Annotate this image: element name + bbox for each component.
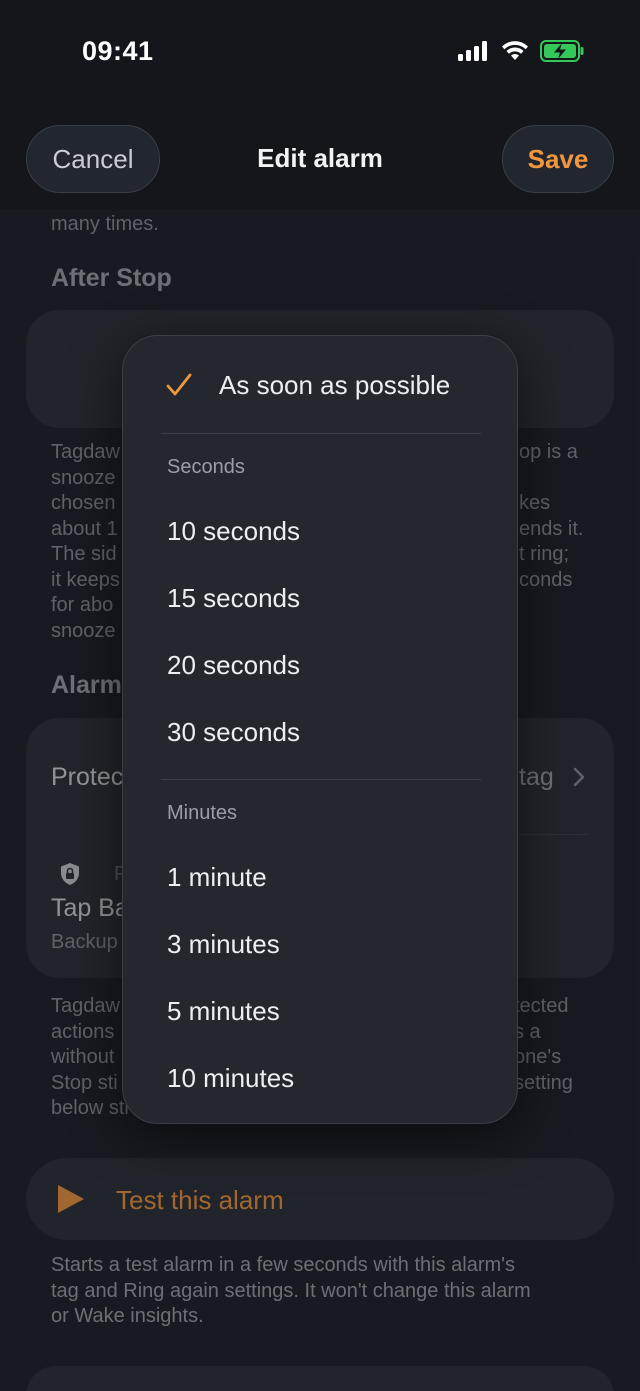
menu-item-as-soon-as-possible[interactable]: As soon as possible: [219, 370, 450, 401]
checkmark-icon: [166, 373, 192, 396]
menu-divider: [161, 779, 481, 780]
menu-group-minutes: Minutes: [167, 802, 238, 824]
snooze-delay-menu: As soon as possible Seconds 10 seconds 1…: [122, 335, 518, 1124]
menu-item-30-seconds[interactable]: 30 seconds: [167, 717, 300, 748]
menu-group-seconds: Seconds: [167, 456, 245, 478]
menu-item-10-minutes[interactable]: 10 minutes: [167, 1063, 294, 1094]
menu-item-3-minutes[interactable]: 3 minutes: [167, 929, 280, 960]
menu-item-20-seconds[interactable]: 20 seconds: [167, 650, 300, 681]
menu-item-10-seconds[interactable]: 10 seconds: [167, 516, 300, 547]
wifi-icon: [502, 41, 528, 60]
top-bar: 09:41 Cancel Edit alarm Save: [0, 0, 640, 210]
menu-item-15-seconds[interactable]: 15 seconds: [167, 583, 300, 614]
status-time: 09:41: [82, 36, 154, 66]
menu-item-5-minutes[interactable]: 5 minutes: [167, 996, 280, 1027]
menu-item-1-minute[interactable]: 1 minute: [167, 862, 267, 893]
menu-divider: [161, 433, 481, 434]
save-button[interactable]: Save: [502, 125, 614, 193]
cellular-signal-icon: [458, 41, 487, 61]
battery-charging-icon: [540, 40, 584, 62]
